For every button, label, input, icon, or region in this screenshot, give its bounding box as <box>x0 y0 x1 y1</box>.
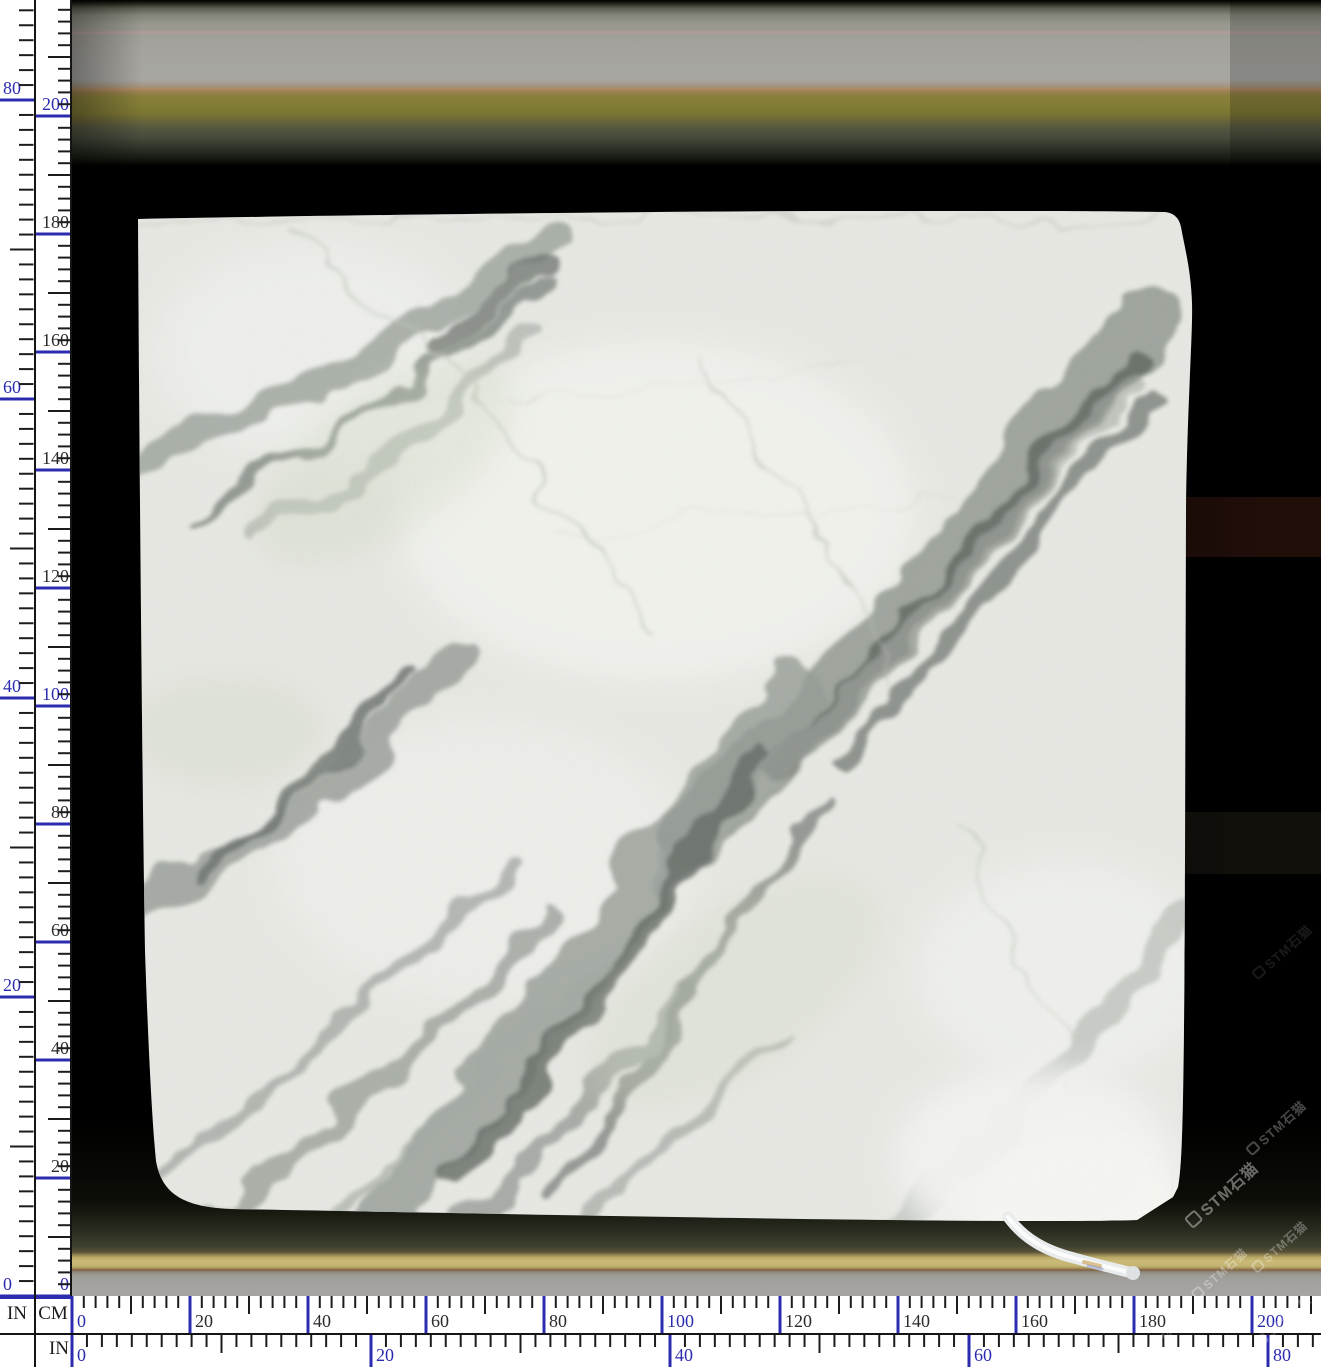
in-tick-label: 0 <box>3 1274 12 1294</box>
cm-tick-label: 80 <box>549 1311 567 1331</box>
streak-fade-left <box>72 0 142 166</box>
marble-slab-image <box>135 211 1194 1223</box>
cm-tick-label: 140 <box>903 1311 930 1331</box>
bottom-ruler: 020406080100120140160180200020406080 <box>0 1296 1321 1367</box>
corner-label-in-column: IN <box>0 1296 34 1332</box>
watermark: STM石猫 <box>1248 920 1316 984</box>
ruler-corner: IN CM IN <box>0 1296 72 1367</box>
in-tick-label: 20 <box>376 1345 394 1365</box>
corner-label-cm: CM <box>36 1296 70 1332</box>
watermark-text: STM石猫 <box>1260 920 1316 973</box>
in-tick-label: 80 <box>3 78 21 98</box>
in-tick-label: 60 <box>3 377 21 397</box>
cm-tick-label: 20 <box>195 1311 213 1331</box>
cm-tick-label: 40 <box>313 1311 331 1331</box>
cm-tick-label: 0 <box>77 1311 86 1331</box>
left-ruler: 020406080100120140160180200020406080 <box>0 0 72 1296</box>
in-tick-label: 40 <box>675 1345 693 1365</box>
in-tick-label: 20 <box>3 975 21 995</box>
scanner-streak-band-top <box>72 0 1321 166</box>
slab-grain <box>135 211 1194 1223</box>
corner-label-in-row: IN <box>36 1334 69 1364</box>
ruler-divider-vertical-1 <box>34 0 36 1367</box>
slab-scanner-view: 020406080100120140160180200020406080 020… <box>0 0 1321 1367</box>
in-tick-label: 80 <box>1273 1345 1291 1365</box>
watermark-logo-icon <box>1251 964 1268 981</box>
cm-tick-label: 120 <box>785 1311 812 1331</box>
in-tick-label: 40 <box>3 676 21 696</box>
in-tick-label: 60 <box>974 1345 992 1365</box>
cm-tick-label: 160 <box>1021 1311 1048 1331</box>
streak-fade-right <box>1230 0 1321 166</box>
ruler-divider-vertical-2 <box>70 0 72 1296</box>
slab-strap <box>988 1205 1168 1290</box>
cm-tick-label: 100 <box>667 1311 694 1331</box>
in-tick-label: 0 <box>77 1345 86 1365</box>
cm-tick-label: 60 <box>431 1311 449 1331</box>
